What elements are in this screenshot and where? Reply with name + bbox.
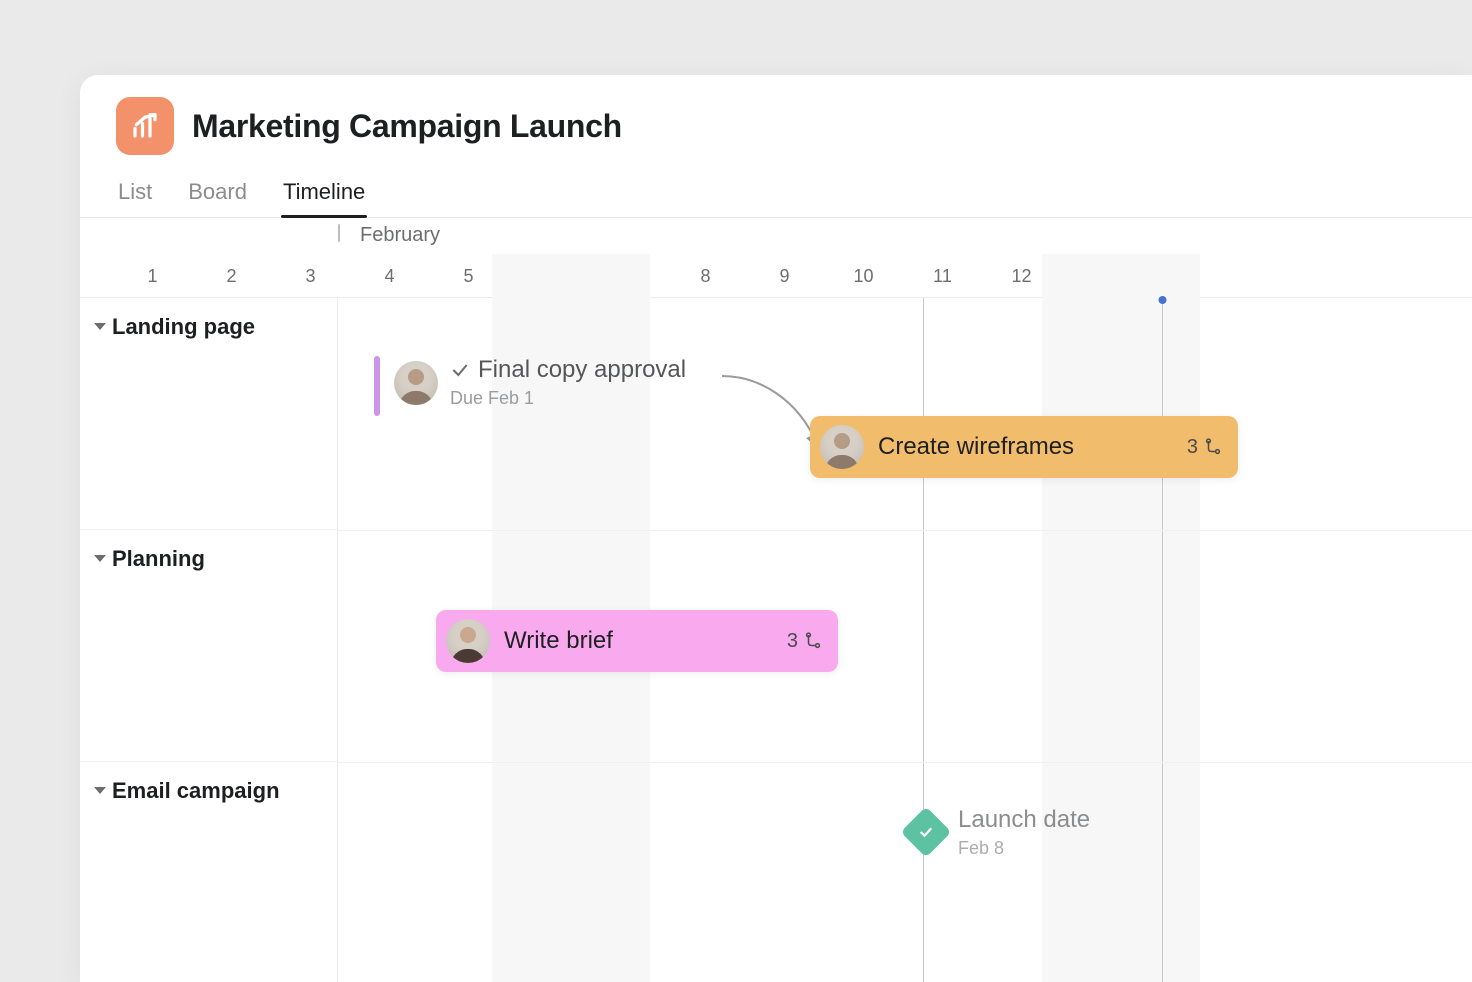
subtask-count: 3 <box>787 630 798 653</box>
task-final-copy-approval[interactable]: Final copy approval Due Feb 1 <box>394 356 686 409</box>
day-cell: 2 <box>192 254 271 298</box>
section-label: Planning <box>112 546 205 572</box>
project-header: Marketing Campaign Launch <box>80 75 1472 165</box>
task-title: Create wireframes <box>878 433 1074 461</box>
assignee-avatar[interactable] <box>446 619 490 663</box>
sections-sidebar: Landing page Planning Email campaign <box>80 298 338 982</box>
caret-down-icon <box>94 555 106 562</box>
task-title: Write brief <box>504 627 613 655</box>
project-title: Marketing Campaign Launch <box>192 108 622 145</box>
tab-timeline[interactable]: Timeline <box>281 171 367 217</box>
subtask-count: 3 <box>1187 436 1198 459</box>
subtasks-icon <box>1204 438 1222 456</box>
timeline-area: February 1 2 3 4 5 6 7 8 9 10 11 12 13 <box>80 218 1472 982</box>
day-cell: 11 <box>903 254 982 298</box>
section-header-landing[interactable]: Landing page <box>80 298 337 530</box>
tab-list[interactable]: List <box>116 171 154 217</box>
milestone-launch-diamond[interactable] <box>901 807 952 858</box>
check-icon <box>450 360 470 380</box>
tab-board[interactable]: Board <box>186 171 249 217</box>
tasks-layer: Final copy approval Due Feb 1 Create wir… <box>338 298 1472 982</box>
month-start-tick <box>338 224 340 242</box>
day-cell: 3 <box>271 254 350 298</box>
timeline-body[interactable]: Landing page Planning Email campaign <box>80 298 1472 982</box>
section-header-planning[interactable]: Planning <box>80 530 337 762</box>
subtask-indicator[interactable]: 3 <box>787 630 822 653</box>
milestone-date: Feb 8 <box>958 838 1004 859</box>
subtasks-icon <box>804 632 822 650</box>
view-tabs: List Board Timeline <box>80 165 1472 218</box>
project-timeline-card: Marketing Campaign Launch List Board Tim… <box>80 75 1472 982</box>
task-title: Final copy approval <box>478 356 686 384</box>
task-write-brief[interactable]: Write brief 3 <box>436 610 838 672</box>
section-label: Email campaign <box>112 778 280 804</box>
subtask-indicator[interactable]: 3 <box>1187 436 1222 459</box>
month-label: February <box>360 224 440 247</box>
day-cell: 9 <box>745 254 824 298</box>
assignee-avatar[interactable] <box>820 425 864 469</box>
assignee-avatar[interactable] <box>394 361 438 405</box>
day-cell: 4 <box>350 254 429 298</box>
day-cell: 10 <box>824 254 903 298</box>
check-icon <box>917 823 935 841</box>
caret-down-icon <box>94 787 106 794</box>
task-create-wireframes[interactable]: Create wireframes 3 <box>810 416 1238 478</box>
task-bar-final-copy[interactable] <box>374 356 380 416</box>
timeline-month-row: February <box>80 218 1472 254</box>
caret-down-icon <box>94 323 106 330</box>
day-cell: 8 <box>666 254 745 298</box>
milestone-title[interactable]: Launch date <box>958 806 1090 834</box>
section-label: Landing page <box>112 314 255 340</box>
day-cell: 1 <box>113 254 192 298</box>
project-chart-up-icon <box>116 97 174 155</box>
timeline-days-row: 1 2 3 4 5 6 7 8 9 10 11 12 13 <box>80 254 1472 298</box>
section-header-email[interactable]: Email campaign <box>80 762 337 982</box>
task-due-label: Due Feb 1 <box>450 388 686 409</box>
